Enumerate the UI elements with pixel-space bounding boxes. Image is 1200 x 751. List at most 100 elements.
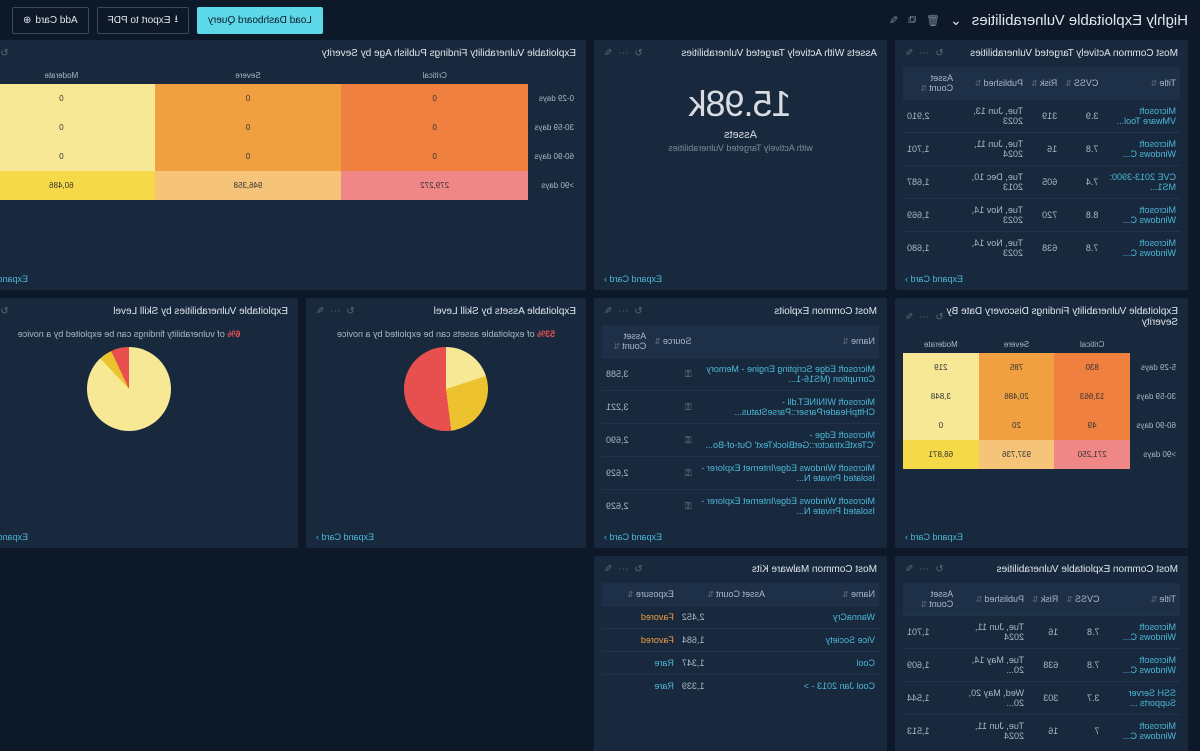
trash-icon[interactable]: 🗑 [926, 14, 940, 27]
table-row[interactable]: Vice Society1,684Favored [602, 629, 879, 652]
col-title[interactable]: Title⇅ [1103, 583, 1180, 616]
card-discovery-date: Exploitable Vulnerability Findings Disco… [895, 298, 1188, 548]
pencil-icon[interactable]: ✎ [604, 48, 612, 59]
table-row[interactable]: WannaCry2,452Favored [602, 606, 879, 629]
table-row[interactable]: Microsoft Windows C...7.816Tue, Jun 11, … [903, 616, 1180, 649]
cell-name[interactable]: Microsoft Windows Edge/Internet Explorer… [695, 490, 879, 523]
cell-name[interactable]: Microsoft Windows Edge/Internet Explorer… [695, 457, 879, 490]
col-asset-count[interactable]: Asset Count⇅ [903, 67, 957, 100]
heatmap-cell: 0 [903, 411, 979, 440]
table-row[interactable]: Microsoft WININET.dll - CHttpHeaderParse… [602, 391, 879, 424]
more-icon[interactable]: ⋯ [618, 306, 628, 317]
more-icon[interactable]: ⋯ [919, 48, 929, 59]
col-risk[interactable]: Risk⇅ [1028, 583, 1062, 616]
table-row[interactable]: Microsoft VMware Tool...3.9319Tue, Jun 1… [903, 100, 1180, 133]
cell-title[interactable]: Microsoft Windows C... [1103, 616, 1180, 649]
refresh-icon[interactable]: ↻ [0, 48, 8, 59]
refresh-icon[interactable]: ↻ [634, 306, 642, 317]
table-row[interactable]: Microsoft Windows Edge/Internet Explorer… [602, 457, 879, 490]
expand-card-link[interactable]: Expand Card [0, 268, 586, 290]
refresh-icon[interactable]: ↻ [634, 564, 642, 575]
pencil-icon[interactable]: ✎ [604, 564, 612, 575]
expand-card-link[interactable]: Expand Card [594, 526, 887, 548]
copy-icon[interactable]: ⧉ [908, 14, 916, 27]
refresh-icon[interactable]: ↻ [634, 48, 642, 59]
cell-name[interactable]: Microsoft Edge Scripting Engine - Memory… [695, 358, 879, 391]
more-icon[interactable]: ⋯ [330, 306, 340, 317]
table-row[interactable]: Microsoft Edge - 'CTextExtractor::GetBlo… [602, 424, 879, 457]
table-row[interactable]: Microsoft Windows Edge/Internet Explorer… [602, 490, 879, 523]
cell-published: Tue, May 14, 20... [957, 649, 1028, 682]
refresh-icon[interactable]: ↻ [935, 48, 943, 59]
cell-name[interactable]: Microsoft WININET.dll - CHttpHeaderParse… [695, 391, 879, 424]
col-exposure[interactable]: Exposure⇅ [602, 583, 678, 606]
col-risk[interactable]: Risk⇅ [1027, 67, 1061, 100]
cell-name[interactable]: Microsoft Edge - 'CTextExtractor::GetBlo… [695, 424, 879, 457]
refresh-icon[interactable]: ↻ [935, 312, 943, 323]
pencil-icon[interactable]: ✎ [905, 48, 913, 59]
add-card-button[interactable]: Add Card⊕ [12, 7, 89, 34]
heatmap-cell: 0 [0, 142, 155, 171]
cell-published: Tue, Nov 14, 2023 [957, 199, 1027, 232]
table-row[interactable]: Microsoft Edge Scripting Engine - Memory… [602, 358, 879, 391]
cell-title[interactable]: CVE 2013-3900: MS1... [1102, 166, 1180, 199]
col-name[interactable]: Name⇅ [695, 325, 879, 358]
col-asset-count[interactable]: Asset Count⇅ [678, 583, 769, 606]
table-row[interactable]: Microsoft Windows C...7.8638Tue, Nov 14,… [903, 232, 1180, 265]
table-row[interactable]: CVE 2013-3900: MS1...7.4605Tue, Dec 10, … [903, 166, 1180, 199]
table-row[interactable]: Microsoft Windows C...7.8638Tue, May 14,… [903, 649, 1180, 682]
card-title: Assets With Actively Targeted Vulnerabil… [681, 48, 877, 59]
col-name[interactable]: Name⇅ [769, 583, 879, 606]
download-icon: ⭳ [174, 12, 178, 29]
cell-name[interactable]: Cool [769, 652, 879, 675]
col-asset-count[interactable]: Asset Count⇅ [903, 583, 957, 616]
table-row[interactable]: Microsoft Windows C...716Tue, Jun 11, 20… [903, 715, 1180, 748]
cell-exposure: Rare [602, 652, 678, 675]
pencil-icon[interactable]: ✎ [889, 14, 898, 27]
expand-card-link[interactable]: Expand Card [0, 526, 298, 548]
cell-title[interactable]: Microsoft Windows C... [1102, 232, 1180, 265]
cell-name[interactable]: WannaCry [769, 606, 879, 629]
table-row[interactable]: Cool Jan 2013 - >1,339Rare [602, 675, 879, 698]
load-dashboard-query-button[interactable]: Load Dashboard Query [197, 7, 323, 34]
col-published[interactable]: Published⇅ [957, 67, 1027, 100]
pencil-icon[interactable]: ✎ [316, 306, 324, 317]
more-icon[interactable]: ⋯ [919, 312, 929, 323]
expand-card-link[interactable]: Expand Card [306, 526, 586, 548]
card-title: Exploitable Vulnerability Findings Publi… [322, 48, 576, 59]
refresh-icon[interactable]: ↻ [0, 306, 8, 317]
col-source[interactable]: Source⇅ [650, 325, 695, 358]
pencil-icon[interactable]: ✎ [604, 306, 612, 317]
cell-name[interactable]: Cool Jan 2013 - > [769, 675, 879, 698]
pencil-icon[interactable]: ✎ [905, 312, 913, 323]
table-row[interactable]: Microsoft Windows C...7.816Tue, Jun 11, … [903, 133, 1180, 166]
chevron-down-icon[interactable]: ⌄ [950, 12, 962, 29]
cell-name[interactable]: Vice Society [769, 629, 879, 652]
refresh-icon[interactable]: ↻ [346, 306, 354, 317]
more-icon[interactable]: ⋯ [618, 48, 628, 59]
table-row[interactable]: Cool1,347Rare [602, 652, 879, 675]
table-row[interactable]: SSH Server Supports ...3.7303Wed, May 20… [903, 682, 1180, 715]
table-row[interactable]: Microsoft Windows C...8.8720Tue, Nov 14,… [903, 199, 1180, 232]
col-cvss[interactable]: CVSS⇅ [1061, 67, 1102, 100]
cell-title[interactable]: Microsoft Windows C... [1102, 199, 1180, 232]
cell-title[interactable]: SSH Server Supports ... [1103, 682, 1180, 715]
cell-title[interactable]: Microsoft Windows C... [1102, 133, 1180, 166]
cell-title[interactable]: Microsoft VMware Tool... [1102, 100, 1180, 133]
heatmap-cell: 219 [903, 353, 979, 382]
expand-card-link[interactable]: Expand Card [895, 526, 1188, 548]
export-pdf-button[interactable]: ⭳Export to PDF [97, 7, 189, 34]
col-title[interactable]: Title⇅ [1102, 67, 1180, 100]
expand-card-link[interactable]: Expand Card [594, 268, 887, 290]
cell-title[interactable]: Microsoft Windows C... [1103, 715, 1180, 748]
col-published[interactable]: Published⇅ [957, 583, 1028, 616]
pencil-icon[interactable]: ✎ [905, 564, 913, 575]
expand-card-link[interactable]: Expand Card [895, 268, 1188, 290]
col-asset-count[interactable]: Asset Count⇅ [602, 325, 650, 358]
refresh-icon[interactable]: ↻ [935, 564, 943, 575]
more-icon[interactable]: ⋯ [919, 564, 929, 575]
col-cvss[interactable]: CVSS⇅ [1062, 583, 1103, 616]
more-icon[interactable]: ⋯ [618, 564, 628, 575]
cell-title[interactable]: Microsoft Windows C... [1103, 649, 1180, 682]
card-targeted-vulns: Most Common Actively Targeted Vulnerabil… [895, 40, 1188, 290]
